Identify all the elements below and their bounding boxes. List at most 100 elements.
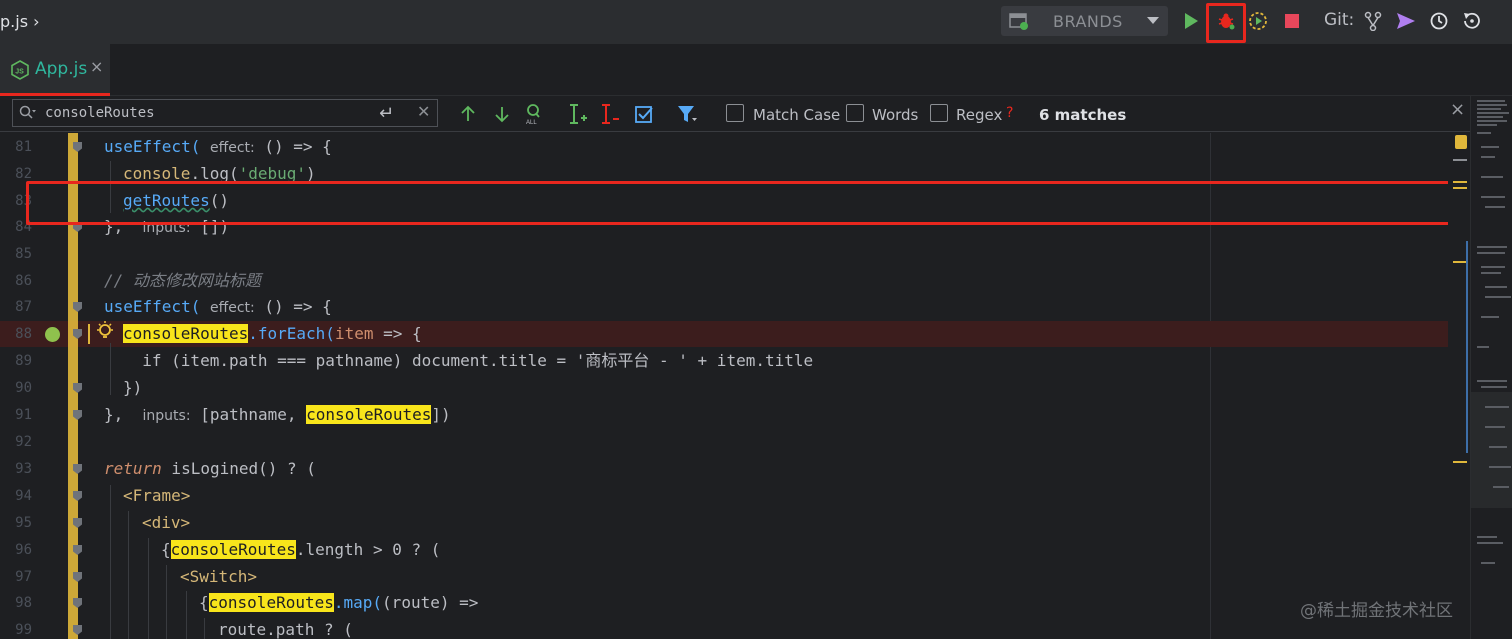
regex-checkbox[interactable] bbox=[930, 104, 948, 122]
minimap-line bbox=[1477, 536, 1497, 538]
scrollbar-thumb[interactable] bbox=[1466, 241, 1468, 453]
filter-button[interactable] bbox=[675, 102, 699, 126]
breadcrumb[interactable]: p.js › bbox=[0, 12, 40, 31]
new-line-icon[interactable]: ↵ bbox=[379, 103, 394, 124]
line-number: 89 bbox=[15, 353, 32, 369]
run-configuration-select[interactable]: BRANDS bbox=[1001, 6, 1168, 36]
stripe-mark[interactable] bbox=[1453, 261, 1467, 263]
caret-down-icon bbox=[1147, 17, 1159, 24]
error-stripe[interactable] bbox=[1448, 133, 1470, 639]
run-button[interactable] bbox=[1178, 8, 1204, 34]
code-line[interactable]: useEffect( effect: () => { bbox=[104, 134, 332, 160]
tab-label: App.js bbox=[35, 59, 88, 79]
minimap-line bbox=[1481, 176, 1503, 178]
chevron-right-icon: › bbox=[33, 12, 40, 31]
match-count: 6 matches bbox=[1039, 106, 1127, 124]
search-match: consoleRoutes bbox=[306, 405, 432, 424]
code-line[interactable]: <Switch> bbox=[180, 564, 257, 590]
minimap-line bbox=[1477, 100, 1505, 102]
code-token: useEffect( bbox=[104, 137, 201, 156]
code-line[interactable]: useEffect( effect: () => { bbox=[104, 294, 332, 320]
code-line[interactable]: }, inputs: [pathname, consoleRoutes]) bbox=[104, 402, 451, 428]
minimap-line bbox=[1477, 246, 1507, 248]
code-line[interactable]: {consoleRoutes.map((route) => bbox=[199, 590, 478, 616]
code-line[interactable]: consoleRoutes.forEach(item => { bbox=[123, 321, 422, 347]
code-line[interactable]: }) bbox=[123, 375, 142, 401]
arrow-up-icon bbox=[461, 105, 475, 121]
minimap[interactable] bbox=[1470, 96, 1512, 639]
indent-guide bbox=[128, 511, 129, 639]
line-number: 94 bbox=[15, 488, 32, 504]
minimap-line bbox=[1485, 286, 1507, 288]
git-branch-button[interactable] bbox=[1360, 8, 1386, 34]
minimap-viewport[interactable] bbox=[1471, 392, 1512, 508]
lightbulb-icon[interactable] bbox=[96, 321, 114, 343]
main-toolbar: p.js › BRANDS Git: bbox=[0, 0, 1512, 44]
minimap-line bbox=[1477, 346, 1489, 348]
minimap-line bbox=[1481, 386, 1507, 388]
minimap-line bbox=[1477, 104, 1507, 106]
code-line[interactable]: <Frame> bbox=[123, 483, 190, 509]
code-token: .length > 0 ? ( bbox=[295, 540, 441, 559]
indent-guide bbox=[186, 591, 187, 639]
code-token: [pathname, bbox=[190, 405, 307, 424]
search-input[interactable] bbox=[45, 103, 345, 123]
next-occurrence-button[interactable] bbox=[490, 102, 514, 126]
code-keyword: return bbox=[104, 459, 162, 478]
stop-button[interactable] bbox=[1279, 8, 1305, 34]
stripe-mark[interactable] bbox=[1453, 461, 1467, 463]
line-number: 99 bbox=[15, 622, 32, 638]
watermark: @稀土掘金技术社区 bbox=[1300, 601, 1453, 621]
previous-occurrence-button[interactable] bbox=[456, 102, 480, 126]
add-selection-button[interactable] bbox=[566, 102, 590, 126]
code-token: useEffect( bbox=[104, 297, 201, 316]
select-all-found-button[interactable] bbox=[632, 102, 656, 126]
words-label[interactable]: Words bbox=[872, 106, 918, 124]
minimap-line bbox=[1481, 146, 1499, 148]
line-number: 86 bbox=[15, 273, 32, 289]
minimap-line bbox=[1477, 542, 1503, 544]
code-token: { bbox=[161, 540, 171, 559]
run-with-coverage-button[interactable] bbox=[1245, 8, 1271, 34]
remove-selection-button[interactable] bbox=[598, 102, 622, 126]
rollback-icon bbox=[1464, 12, 1480, 29]
git-push-button[interactable] bbox=[1393, 8, 1419, 34]
code-line[interactable]: <div> bbox=[142, 510, 190, 536]
code-line[interactable]: return isLogined() ? ( bbox=[104, 456, 316, 482]
words-checkbox[interactable] bbox=[846, 104, 864, 122]
debug-button-highlight bbox=[1206, 3, 1246, 43]
code-line[interactable]: if (item.path === pathname) document.tit… bbox=[123, 348, 813, 374]
code-token: .forEach( bbox=[248, 324, 335, 343]
close-icon[interactable]: × bbox=[90, 57, 103, 76]
line-number: 97 bbox=[15, 569, 32, 585]
regex-label[interactable]: Regex bbox=[956, 106, 1002, 124]
stripe-mark[interactable] bbox=[1453, 187, 1467, 189]
close-find-icon[interactable]: × bbox=[1450, 99, 1465, 120]
tab-app-js[interactable]: JS App.js × bbox=[0, 44, 110, 96]
analysis-status-icon[interactable] bbox=[1455, 135, 1467, 149]
clear-search-icon[interactable]: ✕ bbox=[417, 102, 430, 121]
breadcrumb-file[interactable]: p.js bbox=[0, 12, 28, 31]
git-history-button[interactable] bbox=[1426, 8, 1452, 34]
branch-icon bbox=[1364, 11, 1382, 31]
svg-text:JS: JS bbox=[15, 69, 24, 76]
select-all-occurrences-button[interactable]: ALL bbox=[522, 102, 546, 126]
git-rollback-button[interactable] bbox=[1459, 8, 1485, 34]
match-case-checkbox[interactable] bbox=[726, 104, 744, 122]
search-box[interactable]: ↵ ✕ bbox=[12, 99, 438, 127]
filter-icon bbox=[678, 106, 697, 122]
breakpoint-verified-icon[interactable] bbox=[45, 327, 60, 342]
code-line[interactable]: {consoleRoutes.length > 0 ? ( bbox=[161, 537, 440, 563]
editor-tabs: JS App.js × bbox=[0, 44, 1512, 96]
stripe-mark[interactable] bbox=[1453, 181, 1467, 183]
minimap-line bbox=[1477, 124, 1497, 126]
code-line[interactable]: // 动态修改网站标题 bbox=[104, 268, 261, 294]
play-icon bbox=[1185, 13, 1198, 29]
regex-help-icon[interactable]: ? bbox=[1006, 105, 1013, 121]
minimap-line bbox=[1481, 196, 1505, 198]
stripe-mark[interactable] bbox=[1453, 159, 1467, 161]
match-case-label[interactable]: Match Case bbox=[753, 106, 840, 124]
line-number: 95 bbox=[15, 515, 32, 531]
search-icon[interactable] bbox=[19, 105, 37, 121]
code-line[interactable]: route.path ? ( bbox=[218, 617, 353, 639]
